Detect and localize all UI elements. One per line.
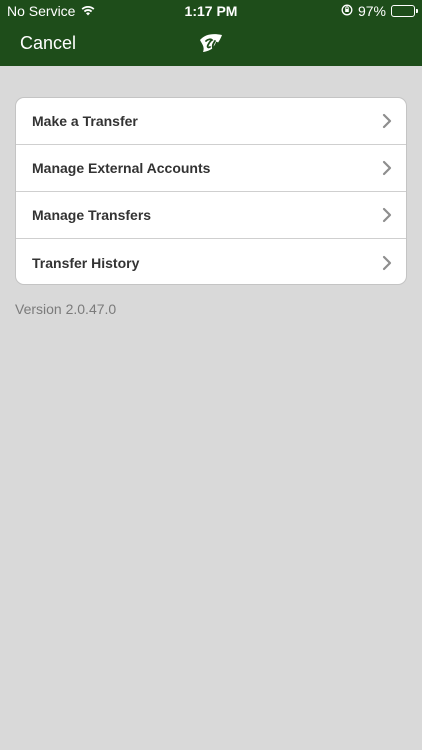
menu-item-manage-external-accounts[interactable]: Manage External Accounts [16, 145, 406, 192]
version-label: Version 2.0.47.0 [15, 301, 117, 317]
top-bar: No Service 1:17 PM 97% Cancel [0, 0, 422, 66]
transfer-menu: Make a Transfer Manage External Accounts… [15, 97, 407, 285]
chevron-right-icon [382, 207, 392, 223]
menu-item-label: Transfer History [32, 254, 140, 271]
battery-percent: 97% [357, 3, 386, 19]
chevron-right-icon [382, 255, 392, 270]
green-leaf-logo-icon [197, 31, 225, 55]
chevron-right-icon [382, 160, 392, 176]
menu-item-label: Make a Transfer [32, 113, 138, 129]
menu-item-label: Manage Transfers [32, 207, 152, 223]
nav-bar: Cancel [0, 22, 422, 66]
status-bar: No Service 1:17 PM 97% [0, 0, 422, 22]
chevron-right-icon [382, 113, 392, 129]
status-right: 97% [341, 3, 418, 19]
cancel-button[interactable]: Cancel [20, 33, 76, 54]
menu-item-label: Manage External Accounts [32, 160, 211, 176]
battery-icon [391, 5, 418, 17]
orientation-lock-icon [341, 3, 353, 19]
menu-item-make-a-transfer[interactable]: Make a Transfer [16, 98, 406, 145]
menu-item-manage-transfers[interactable]: Manage Transfers [16, 192, 406, 239]
menu-item-transfer-history[interactable]: Transfer History [16, 239, 406, 284]
